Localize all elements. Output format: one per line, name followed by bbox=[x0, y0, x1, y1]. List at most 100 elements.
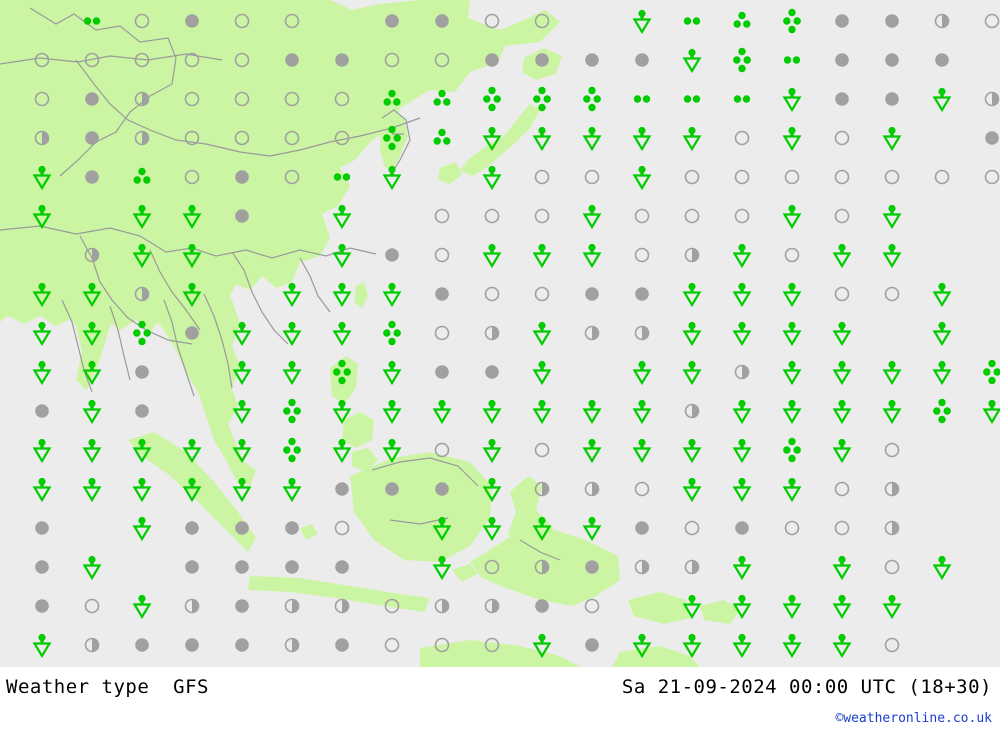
weather-symbol-partly bbox=[79, 240, 105, 270]
weather-symbol-rain4 bbox=[979, 357, 1000, 387]
weather-symbol-cloudy bbox=[29, 591, 55, 621]
weather-symbol-clear bbox=[79, 591, 105, 621]
weather-symbol-shower bbox=[379, 279, 405, 309]
weather-symbol-shower bbox=[879, 240, 905, 270]
weather-symbol-shower bbox=[929, 318, 955, 348]
weather-symbol-rain3 bbox=[429, 84, 455, 114]
weather-symbol-shower bbox=[779, 591, 805, 621]
weather-symbol-shower bbox=[79, 474, 105, 504]
weather-symbol-shower bbox=[229, 396, 255, 426]
weather-symbol-clear bbox=[629, 240, 655, 270]
weather-symbol-cloudy bbox=[279, 552, 305, 582]
weather-symbol-clear bbox=[629, 474, 655, 504]
weather-symbol-cloudy bbox=[229, 513, 255, 543]
weather-symbol-shower bbox=[29, 474, 55, 504]
weather-symbol-clear bbox=[429, 435, 455, 465]
footer-datetime: Sa 21-09-2024 00:00 UTC (18+30) bbox=[621, 676, 992, 698]
weather-symbol-shower bbox=[579, 513, 605, 543]
weather-symbol-cloudy bbox=[229, 162, 255, 192]
weather-symbol-partly bbox=[479, 591, 505, 621]
footer-credit[interactable]: ©weatheronline.co.uk bbox=[835, 711, 992, 726]
weather-symbol-shower bbox=[829, 240, 855, 270]
weather-symbol-shower bbox=[829, 435, 855, 465]
weather-symbol-shower bbox=[279, 279, 305, 309]
weather-symbol-shower bbox=[779, 201, 805, 231]
weather-symbol-shower bbox=[479, 435, 505, 465]
weather-symbol-rain2 bbox=[729, 84, 755, 114]
weather-symbol-shower bbox=[879, 201, 905, 231]
weather-symbol-clear bbox=[379, 45, 405, 75]
weather-symbol-clear bbox=[179, 123, 205, 153]
weather-symbol-cloudy bbox=[179, 318, 205, 348]
weather-symbol-cloudy bbox=[329, 45, 355, 75]
weather-symbol-shower bbox=[29, 318, 55, 348]
weather-symbol-clear bbox=[829, 123, 855, 153]
weather-symbol-rain4 bbox=[279, 396, 305, 426]
weather-symbol-clear bbox=[279, 6, 305, 36]
footer-bar: Weather type GFS Sa 21-09-2024 00:00 UTC… bbox=[0, 667, 1000, 733]
weather-symbol-shower bbox=[779, 279, 805, 309]
weather-symbol-rain2 bbox=[629, 84, 655, 114]
weather-symbol-cloudy bbox=[229, 552, 255, 582]
weather-symbol-rain3 bbox=[129, 162, 155, 192]
weather-symbol-partly bbox=[79, 630, 105, 660]
weather-symbol-cloudy bbox=[129, 630, 155, 660]
weather-symbol-shower bbox=[179, 435, 205, 465]
weather-symbol-shower bbox=[79, 396, 105, 426]
weather-symbol-shower bbox=[129, 201, 155, 231]
weather-symbol-clear bbox=[679, 201, 705, 231]
map-canvas[interactable] bbox=[0, 0, 1000, 667]
weather-symbol-grid[interactable] bbox=[0, 0, 1000, 667]
weather-symbol-shower bbox=[679, 318, 705, 348]
weather-symbol-clear bbox=[129, 45, 155, 75]
weather-symbol-shower bbox=[679, 123, 705, 153]
weather-symbol-cloudy bbox=[579, 630, 605, 660]
weather-symbol-clear bbox=[179, 162, 205, 192]
weather-symbol-clear bbox=[29, 84, 55, 114]
weather-symbol-rain4 bbox=[329, 357, 355, 387]
weather-symbol-clear bbox=[279, 84, 305, 114]
weather-symbol-shower bbox=[479, 474, 505, 504]
weather-symbol-shower bbox=[779, 123, 805, 153]
weather-symbol-clear bbox=[779, 240, 805, 270]
weather-symbol-clear bbox=[229, 84, 255, 114]
weather-symbol-clear bbox=[779, 162, 805, 192]
weather-symbol-shower bbox=[579, 240, 605, 270]
weather-symbol-shower bbox=[229, 474, 255, 504]
weather-symbol-partly bbox=[929, 6, 955, 36]
weather-symbol-cloudy bbox=[579, 279, 605, 309]
weather-symbol-rain2 bbox=[79, 6, 105, 36]
weather-symbol-cloudy bbox=[129, 357, 155, 387]
weather-symbol-cloudy bbox=[479, 357, 505, 387]
weather-symbol-shower bbox=[329, 435, 355, 465]
weather-symbol-shower bbox=[79, 435, 105, 465]
weather-symbol-shower bbox=[929, 357, 955, 387]
weather-symbol-cloudy bbox=[629, 279, 655, 309]
weather-symbol-shower bbox=[779, 318, 805, 348]
weather-symbol-clear bbox=[879, 630, 905, 660]
weather-symbol-rain4 bbox=[729, 45, 755, 75]
weather-symbol-shower bbox=[329, 396, 355, 426]
weather-symbol-cloudy bbox=[229, 201, 255, 231]
weather-symbol-shower bbox=[729, 435, 755, 465]
weather-symbol-shower bbox=[879, 591, 905, 621]
weather-symbol-shower bbox=[79, 552, 105, 582]
weather-symbol-clear bbox=[829, 162, 855, 192]
weather-symbol-partly bbox=[579, 318, 605, 348]
weather-symbol-cloudy bbox=[879, 84, 905, 114]
weather-symbol-clear bbox=[279, 162, 305, 192]
weather-symbol-rain2 bbox=[329, 162, 355, 192]
weather-symbol-partly bbox=[129, 84, 155, 114]
weather-symbol-cloudy bbox=[929, 45, 955, 75]
weather-symbol-cloudy bbox=[79, 84, 105, 114]
weather-symbol-clear bbox=[529, 162, 555, 192]
weather-symbol-cloudy bbox=[529, 591, 555, 621]
weather-symbol-shower bbox=[829, 552, 855, 582]
weather-symbol-clear bbox=[579, 162, 605, 192]
weather-symbol-clear bbox=[479, 552, 505, 582]
weather-symbol-shower bbox=[579, 123, 605, 153]
weather-symbol-rain4 bbox=[379, 123, 405, 153]
weather-symbol-clear bbox=[479, 630, 505, 660]
weather-symbol-shower bbox=[629, 6, 655, 36]
weather-symbol-shower bbox=[679, 474, 705, 504]
